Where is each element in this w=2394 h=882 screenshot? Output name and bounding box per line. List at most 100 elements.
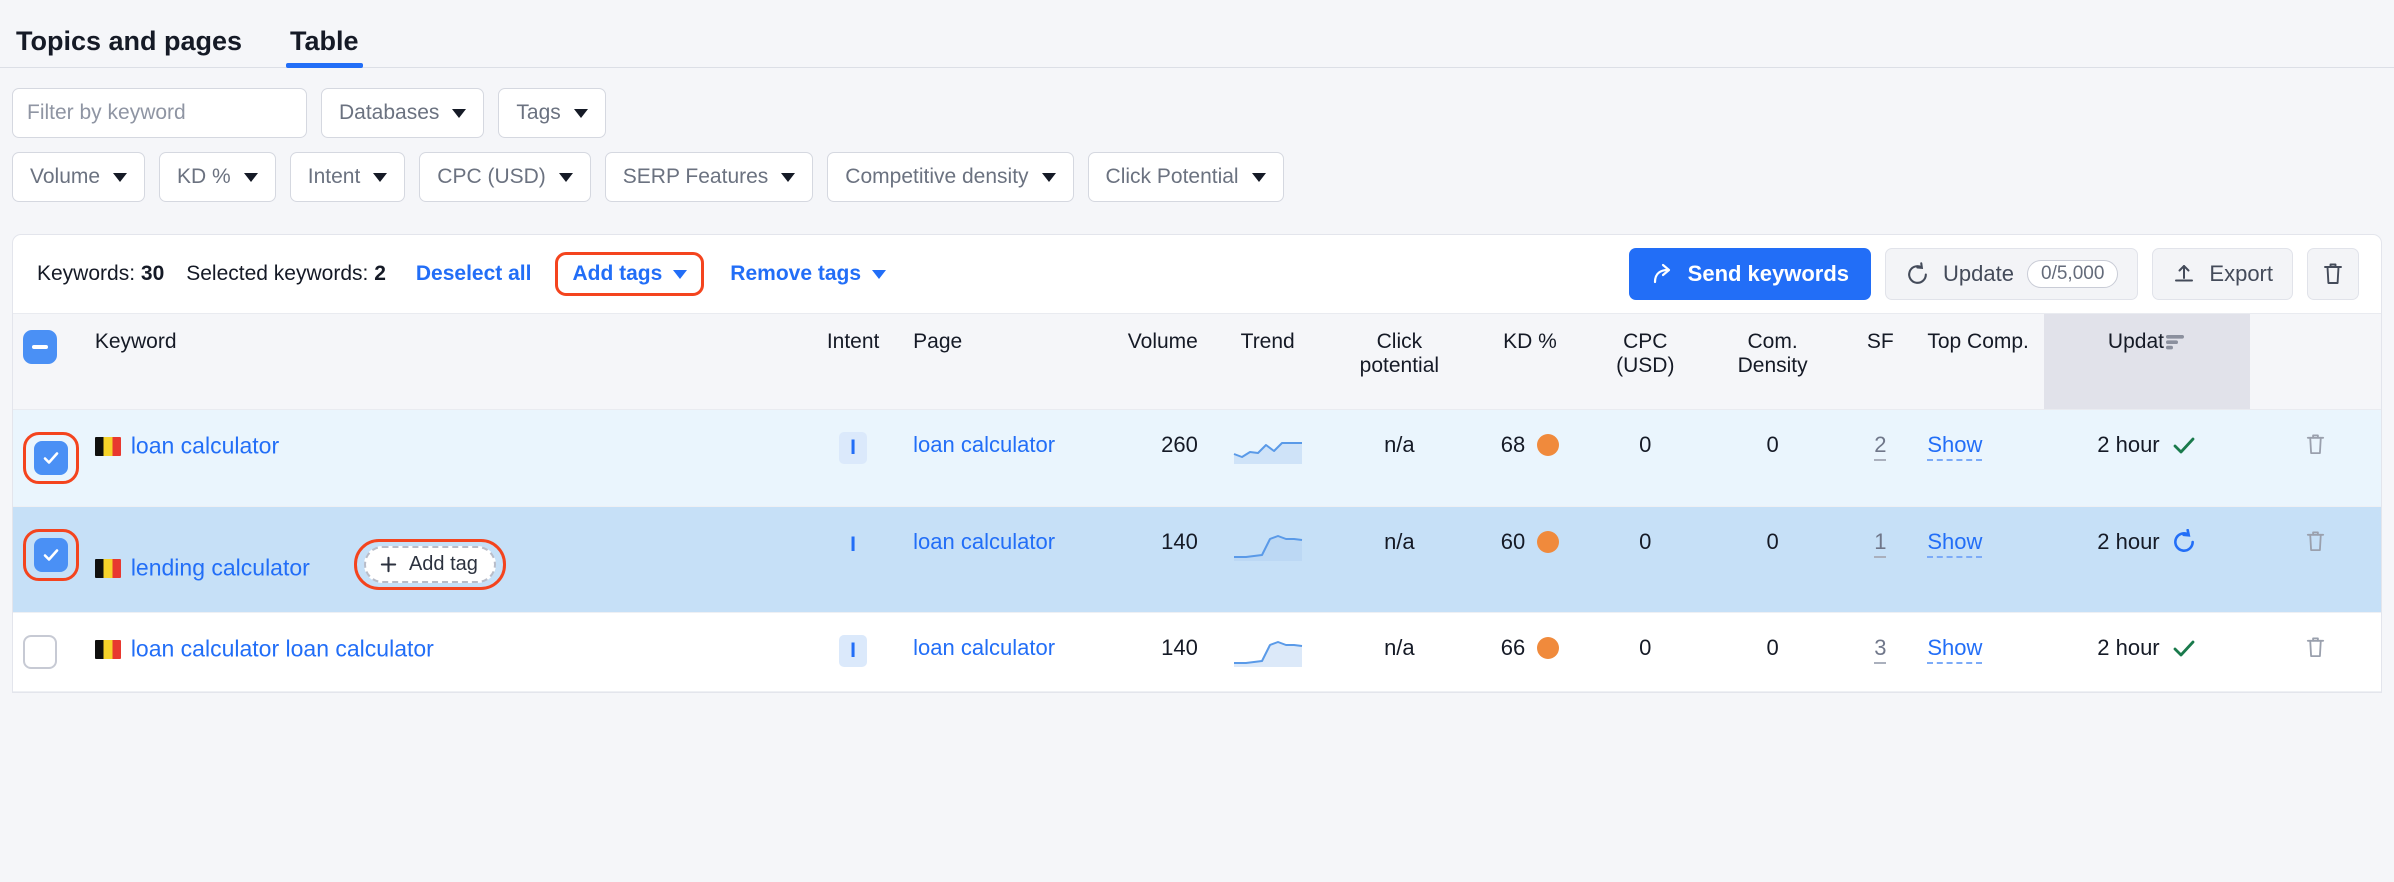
filter-click-potential-label: Click Potential <box>1105 165 1239 188</box>
chevron-down-icon <box>558 172 573 182</box>
filter-databases[interactable]: Databases <box>321 88 485 138</box>
keyword-link[interactable]: lending calculator <box>131 555 310 581</box>
belgium-flag-icon <box>94 558 121 578</box>
row-checkbox-highlight <box>23 432 79 484</box>
header-intent[interactable]: Intent <box>803 313 904 410</box>
filter-competitive-density[interactable]: Competitive density <box>827 152 1074 202</box>
table-row[interactable]: loan calculator I loan calculator 260 n/… <box>13 409 2381 507</box>
sf-cell: 2 <box>1843 409 1918 507</box>
select-all-checkbox[interactable] <box>23 330 57 364</box>
trash-icon[interactable] <box>2304 529 2327 554</box>
trash-icon[interactable] <box>2304 432 2327 457</box>
belgium-flag-icon <box>94 436 121 456</box>
chevron-down-icon <box>452 108 467 118</box>
check-icon <box>2173 640 2195 657</box>
keyword-link[interactable]: loan calculator loan calculator <box>131 636 434 662</box>
filter-area: Databases Tags Volume KD % Intent CPC (U… <box>0 68 2394 222</box>
show-top-comp-link[interactable]: Show <box>1927 529 1983 558</box>
filter-volume[interactable]: Volume <box>12 152 146 202</box>
header-click-potential[interactable]: Click potential <box>1327 313 1472 410</box>
chevron-down-icon <box>872 269 887 279</box>
page-cell: loan calculator <box>903 409 1078 507</box>
row-checkbox[interactable] <box>34 441 68 475</box>
update-button[interactable]: Update 0/5,000 <box>1885 248 2139 300</box>
filter-tags-label: Tags <box>516 101 561 124</box>
filter-competitive-density-label: Competitive density <box>845 165 1029 188</box>
table-row[interactable]: lending calculator Add tag I loan calcul… <box>13 506 2381 613</box>
send-keywords-button[interactable]: Send keywords <box>1628 248 1872 300</box>
intent-badge[interactable]: I <box>839 529 867 561</box>
sf-cell: 1 <box>1843 506 1918 613</box>
updated-value: 2 hour <box>2097 432 2160 457</box>
volume-cell: 140 <box>1077 612 1208 692</box>
header-com-density[interactable]: Com. Density <box>1701 313 1844 410</box>
header-cpc[interactable]: CPC (USD) <box>1588 313 1702 410</box>
filter-kd[interactable]: KD % <box>159 152 276 202</box>
row-checkbox[interactable] <box>34 538 68 572</box>
belgium-flag-icon <box>94 639 121 659</box>
delete-selected-button[interactable] <box>2307 248 2359 300</box>
trend-cell[interactable] <box>1207 409 1328 507</box>
row-checkbox[interactable] <box>23 635 57 669</box>
add-tag-label: Add tag <box>408 553 478 575</box>
header-volume[interactable]: Volume <box>1077 313 1208 410</box>
row-select-cell <box>13 409 85 507</box>
page-link[interactable]: loan calculator <box>913 529 1055 556</box>
keywords-panel: Keywords: 30 Selected keywords: 2 Desele… <box>12 234 2382 693</box>
volume-cell: 140 <box>1077 506 1208 613</box>
sf-value[interactable]: 2 <box>1874 432 1887 461</box>
intent-badge[interactable]: I <box>839 432 868 465</box>
remove-tags-button[interactable]: Remove tags <box>730 262 887 286</box>
sf-value[interactable]: 3 <box>1874 635 1887 664</box>
deselect-all-button[interactable]: Deselect all <box>416 262 532 286</box>
header-trend[interactable]: Trend <box>1207 313 1328 410</box>
trend-cell[interactable] <box>1207 506 1328 613</box>
show-top-comp-link[interactable]: Show <box>1927 432 1983 461</box>
add-tag-wrap: Add tag <box>353 539 506 590</box>
filter-serp-features[interactable]: SERP Features <box>604 152 814 202</box>
header-top-comp[interactable]: Top Comp. <box>1917 313 2044 410</box>
tab-topics-and-pages[interactable]: Topics and pages <box>12 28 246 67</box>
page-link[interactable]: loan calculator <box>913 635 1055 662</box>
row-delete-cell <box>2250 409 2381 507</box>
export-label: Export <box>2209 261 2273 286</box>
page-link[interactable]: loan calculator <box>913 432 1055 459</box>
keyword-link[interactable]: loan calculator <box>131 433 279 459</box>
intent-badge[interactable]: I <box>839 635 868 668</box>
cpc-cell: 0 <box>1588 409 1702 507</box>
filter-serp-features-label: SERP Features <box>622 165 769 188</box>
filter-cpc[interactable]: CPC (USD) <box>419 152 591 202</box>
header-kd[interactable]: KD % <box>1471 313 1589 410</box>
export-button[interactable]: Export <box>2152 248 2293 300</box>
trend-sparkline-icon <box>1233 442 1302 464</box>
header-updated[interactable]: Updat <box>2043 313 2251 410</box>
filter-intent[interactable]: Intent <box>289 152 406 202</box>
add-tag-button[interactable]: Add tag <box>363 546 496 583</box>
remove-tags-label: Remove tags <box>730 262 862 285</box>
kd-value: 66 <box>1500 635 1526 660</box>
keyword-cell: loan calculator <box>84 409 804 507</box>
row-select-cell <box>13 612 85 692</box>
trend-cell[interactable] <box>1207 612 1328 692</box>
trash-icon[interactable] <box>2304 635 2327 660</box>
tab-table[interactable]: Table <box>286 28 363 68</box>
header-actions <box>2250 313 2381 410</box>
filter-volume-label: Volume <box>30 165 101 188</box>
filter-tags[interactable]: Tags <box>498 88 606 138</box>
show-top-comp-link[interactable]: Show <box>1927 635 1983 664</box>
header-page[interactable]: Page <box>903 313 1078 410</box>
volume-cell: 260 <box>1077 409 1208 507</box>
kd-cell: 60 <box>1471 506 1589 613</box>
header-sf[interactable]: SF <box>1843 313 1918 410</box>
click-potential-cell: n/a <box>1327 409 1472 507</box>
sf-cell: 3 <box>1843 612 1918 692</box>
refresh-icon[interactable] <box>2171 529 2197 555</box>
filter-click-potential[interactable]: Click Potential <box>1087 152 1284 202</box>
table-header-row: Keyword Intent Page Volume Trend Click p… <box>13 313 2381 410</box>
selected-keywords-label: Selected keywords: <box>186 262 369 285</box>
header-keyword[interactable]: Keyword <box>84 313 804 410</box>
search-input[interactable] <box>13 89 306 137</box>
add-tags-button[interactable]: Add tags <box>572 262 688 286</box>
table-row[interactable]: loan calculator loan calculator I loan c… <box>13 612 2381 692</box>
sf-value[interactable]: 1 <box>1874 529 1887 558</box>
